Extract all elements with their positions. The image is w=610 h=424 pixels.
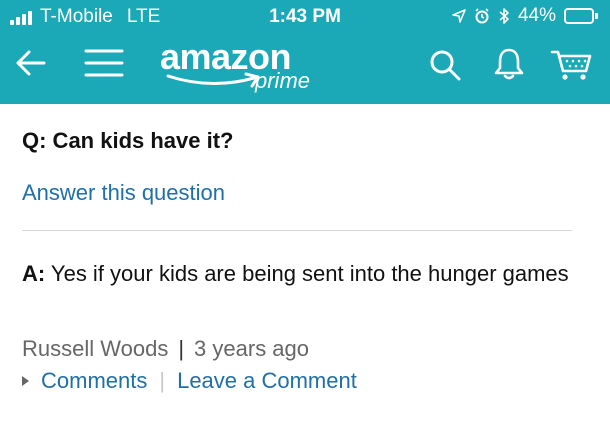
menu-icon[interactable]	[84, 47, 124, 79]
battery-percent: 44%	[517, 5, 556, 26]
cart-icon[interactable]	[550, 46, 592, 82]
bluetooth-icon	[499, 8, 509, 24]
status-right: 44%	[452, 5, 598, 27]
amazon-prime-logo[interactable]: amazon prime	[160, 36, 360, 98]
battery-icon	[564, 8, 598, 24]
answer-text: A: Yes if your kids are being sent into …	[22, 258, 572, 290]
actions-separator: |	[159, 368, 166, 393]
comment-actions: Comments | Leave a Comment	[22, 368, 357, 394]
answer-meta: Russell Woods | 3 years ago	[22, 336, 309, 362]
app-header: T-Mobile LTE 1:43 PM 44% amazon prime	[0, 0, 610, 104]
answer-timestamp: 3 years ago	[194, 336, 310, 361]
back-arrow-icon[interactable]	[14, 46, 48, 80]
logo-prime: prime	[255, 68, 311, 93]
divider	[22, 230, 572, 231]
leave-comment-link[interactable]: Leave a Comment	[177, 368, 357, 394]
answer-question-link[interactable]: Answer this question	[22, 180, 225, 206]
comments-link[interactable]: Comments	[41, 368, 147, 394]
alarm-icon	[475, 8, 489, 24]
answer-body: Yes if your kids are being sent into the…	[45, 261, 569, 286]
bell-icon[interactable]	[493, 47, 525, 81]
nav-bar: amazon prime	[0, 34, 610, 104]
expand-caret-icon[interactable]	[22, 376, 29, 386]
search-icon[interactable]	[428, 48, 462, 82]
status-bar: T-Mobile LTE 1:43 PM 44%	[0, 0, 610, 34]
logo-smile-icon	[166, 72, 260, 88]
location-arrow-icon	[452, 9, 466, 23]
meta-separator: |	[178, 336, 185, 361]
author-name: Russell Woods	[22, 336, 169, 361]
question-text: Q: Can kids have it?	[22, 128, 234, 153]
answer-prefix: A:	[22, 261, 46, 286]
